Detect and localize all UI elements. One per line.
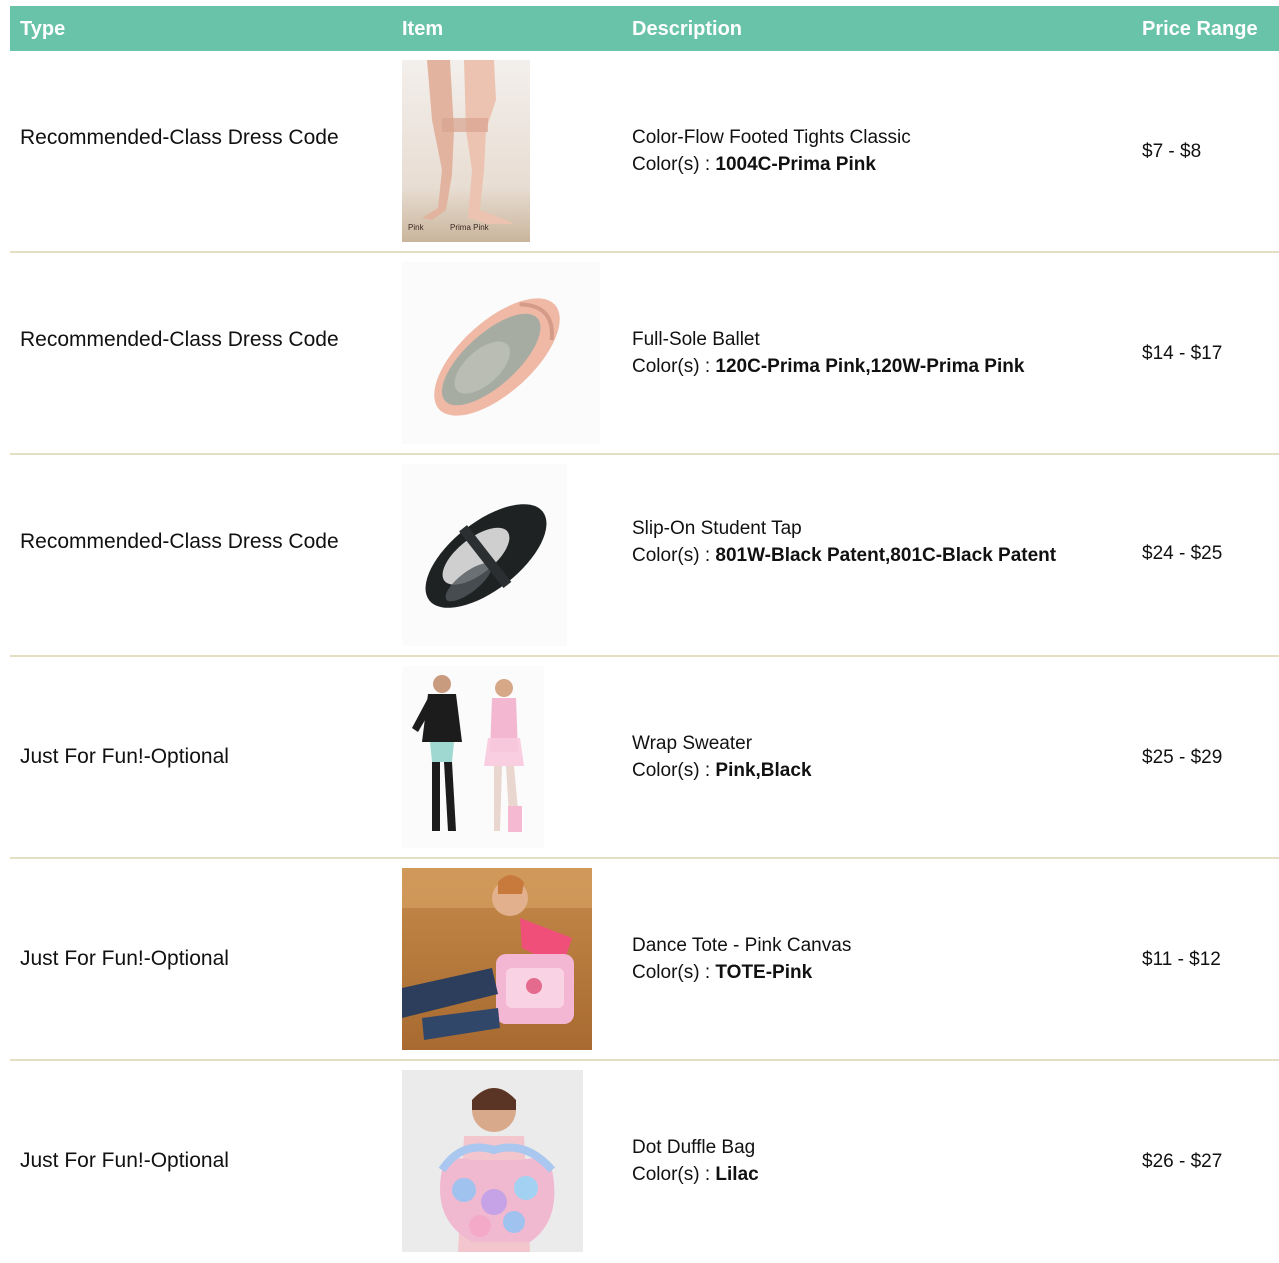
table-row: Just For Fun!-Optional Dance Tote - Pink… (10, 859, 1279, 1061)
description-cell: Slip-On Student Tap Color(s) : 801W-Blac… (632, 515, 1102, 569)
header-price-range: Price Range (1142, 18, 1258, 40)
product-colors: Color(s) : Lilac (632, 1164, 759, 1185)
product-colors: Color(s) : 120C-Prima Pink,120W-Prima Pi… (632, 356, 1025, 377)
description-cell: Wrap Sweater Color(s) : Pink,Black (632, 730, 1102, 784)
price-cell: $14 - $17 (1142, 343, 1223, 364)
type-cell: Recommended-Class Dress Code (20, 328, 339, 351)
product-image-dance-tote[interactable] (402, 868, 592, 1050)
table-row: Just For Fun!-Optional Dot Duffle Bag Co… (10, 1061, 1279, 1263)
product-table: Type Item Description Price Range Recomm… (10, 6, 1279, 1263)
table-header: Type Item Description Price Range (10, 6, 1279, 51)
product-name[interactable]: Color-Flow Footed Tights Classic (632, 124, 1102, 151)
type-cell: Just For Fun!-Optional (20, 947, 229, 970)
product-colors: Color(s) : 1004C-Prima Pink (632, 154, 876, 175)
price-cell: $24 - $25 (1142, 543, 1223, 564)
product-colors: Color(s) : 801W-Black Patent,801C-Black … (632, 545, 1057, 566)
product-name[interactable]: Dot Duffle Bag (632, 1134, 1102, 1161)
price-cell: $26 - $27 (1142, 1151, 1223, 1172)
price-cell: $11 - $12 (1142, 949, 1221, 970)
price-cell: $7 - $8 (1142, 141, 1202, 162)
header-item: Item (402, 18, 444, 40)
svg-text:Prima Pink: Prima Pink (450, 223, 490, 232)
type-cell: Recommended-Class Dress Code (20, 530, 339, 553)
type-cell: Just For Fun!-Optional (20, 745, 229, 768)
description-cell: Full-Sole Ballet Color(s) : 120C-Prima P… (632, 326, 1102, 380)
product-name[interactable]: Wrap Sweater (632, 730, 1102, 757)
product-colors: Color(s) : TOTE-Pink (632, 962, 813, 983)
description-cell: Color-Flow Footed Tights Classic Color(s… (632, 124, 1102, 178)
type-cell: Just For Fun!-Optional (20, 1149, 229, 1172)
product-image-wrap-sweater[interactable] (402, 666, 544, 848)
product-name[interactable]: Slip-On Student Tap (632, 515, 1102, 542)
table-row: Recommended-Class Dress Code Slip-On Stu… (10, 455, 1279, 657)
product-colors: Color(s) : Pink,Black (632, 760, 812, 781)
product-image-tap-shoe[interactable] (402, 464, 567, 646)
description-cell: Dot Duffle Bag Color(s) : Lilac (632, 1134, 1102, 1188)
product-image-duffle-bag[interactable] (402, 1070, 583, 1252)
table-row: Recommended-Class Dress Code Full-Sole B… (10, 253, 1279, 455)
product-image-tights[interactable]: Pink Prima Pink (402, 60, 530, 242)
description-cell: Dance Tote - Pink Canvas Color(s) : TOTE… (632, 932, 1102, 986)
product-image-ballet-shoe[interactable] (402, 262, 600, 444)
svg-text:Pink: Pink (408, 223, 425, 232)
table-row: Recommended-Class Dress Code Pink Prima … (10, 51, 1279, 253)
header-description: Description (632, 18, 743, 40)
product-name[interactable]: Dance Tote - Pink Canvas (632, 932, 1102, 959)
header-type: Type (20, 18, 66, 40)
price-cell: $25 - $29 (1142, 747, 1223, 768)
table-row: Just For Fun!-Optional Wrap Sweater Colo… (10, 657, 1279, 859)
type-cell: Recommended-Class Dress Code (20, 126, 339, 149)
product-name[interactable]: Full-Sole Ballet (632, 326, 1102, 353)
